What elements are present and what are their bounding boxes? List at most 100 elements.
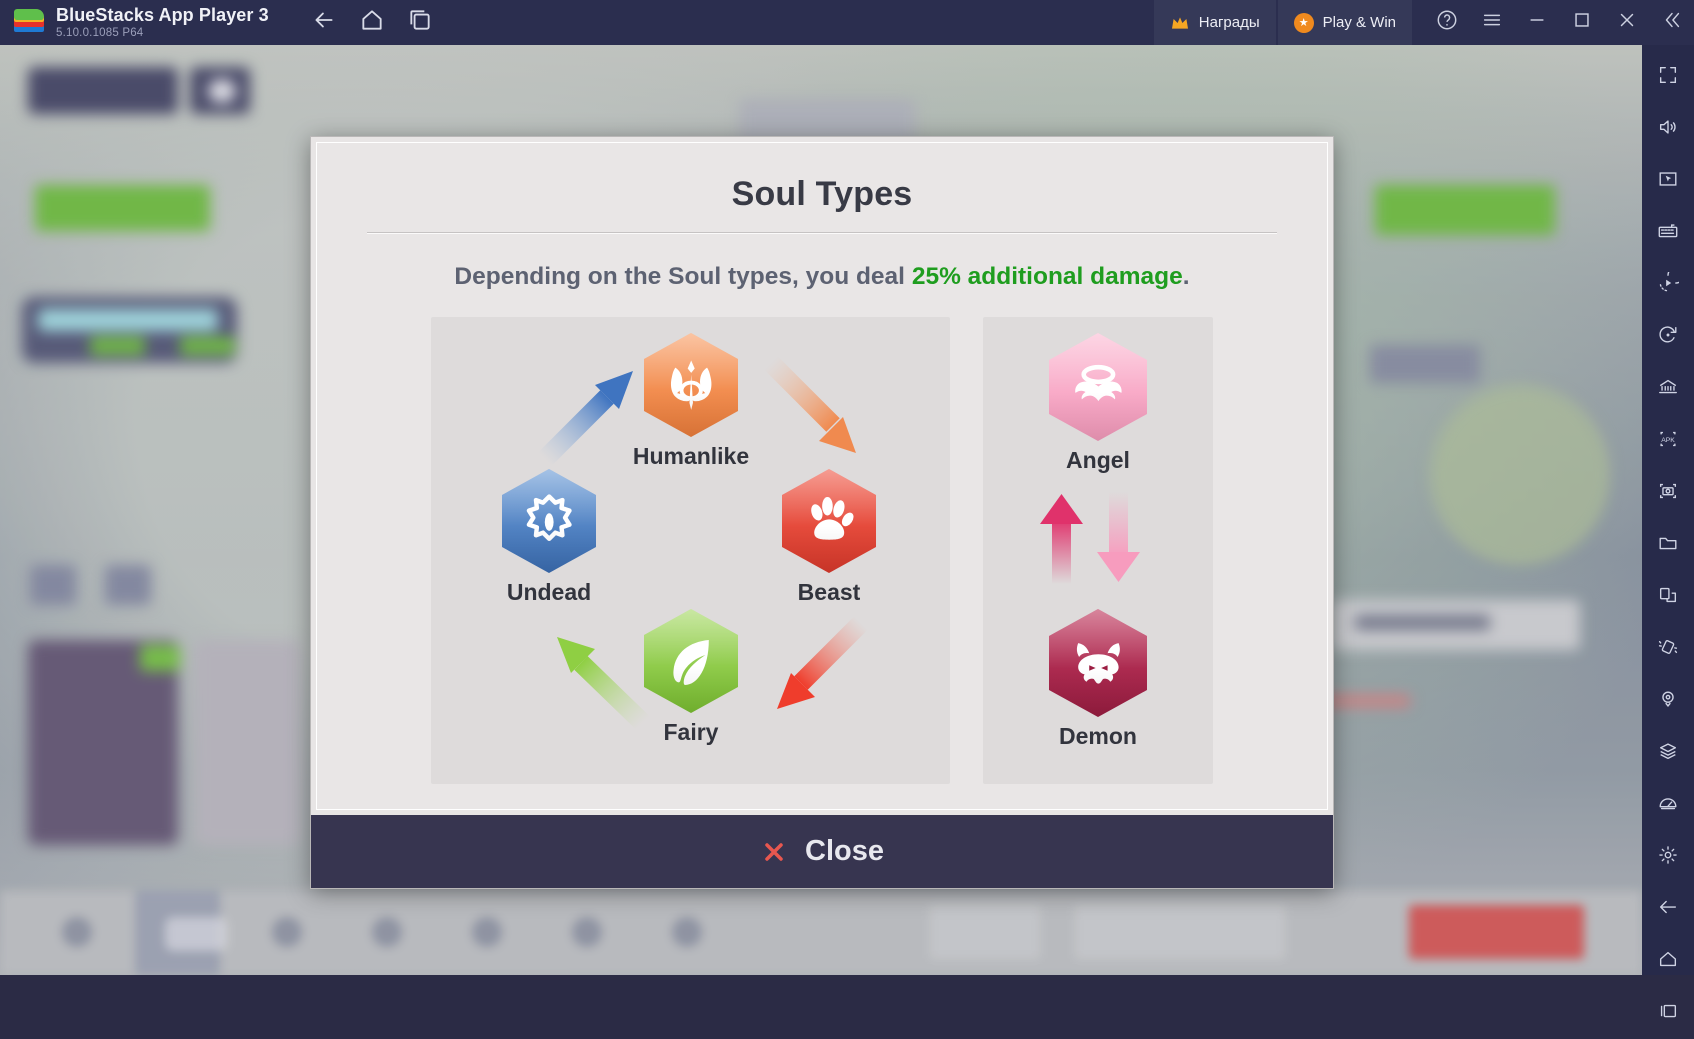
back-button[interactable] bbox=[303, 2, 345, 44]
soul-type-fairy[interactable]: Fairy bbox=[601, 609, 781, 746]
humanlike-label: Humanlike bbox=[632, 443, 750, 469]
beast-hex-icon bbox=[782, 469, 876, 573]
soul-type-demon[interactable]: Demon bbox=[1008, 609, 1188, 750]
fullscreen-button[interactable] bbox=[1646, 51, 1690, 103]
camera-icon bbox=[1657, 480, 1679, 507]
copy-screen-icon bbox=[1657, 584, 1679, 611]
play-circle-icon bbox=[1657, 266, 1685, 299]
demon-label: Demon bbox=[1059, 723, 1137, 749]
titlebar-right-group: Награды ★ Play & Win bbox=[1152, 0, 1694, 45]
home-button[interactable] bbox=[351, 2, 393, 44]
help-button[interactable] bbox=[1424, 0, 1469, 45]
arrow-left-icon bbox=[311, 7, 337, 38]
paw-icon bbox=[801, 490, 857, 552]
svg-text:APK: APK bbox=[1661, 436, 1675, 443]
right-sidebar: APK bbox=[1642, 45, 1694, 1017]
subtitle-text-before: Depending on the Soul types, you deal bbox=[454, 263, 912, 290]
macro-recorder-button[interactable] bbox=[1646, 259, 1690, 311]
dialog-title: Soul Types bbox=[731, 175, 913, 213]
maximize-button[interactable] bbox=[1559, 0, 1604, 45]
titlebar-nav-group bbox=[303, 2, 441, 44]
multi-instance-button[interactable] bbox=[1646, 363, 1690, 415]
keyboard-icon bbox=[1657, 220, 1679, 247]
collapse-sidebar-button[interactable] bbox=[1649, 0, 1694, 45]
speedometer-icon bbox=[1657, 792, 1679, 819]
close-button[interactable]: Close bbox=[311, 815, 1333, 888]
android-home-button[interactable] bbox=[1646, 935, 1690, 987]
copy-to-pc-button[interactable] bbox=[1646, 571, 1690, 623]
minimize-button[interactable] bbox=[1514, 0, 1559, 45]
arrow-angel-to-demon bbox=[1095, 492, 1143, 584]
media-manager-button[interactable] bbox=[1646, 519, 1690, 571]
maximize-icon bbox=[1571, 9, 1593, 36]
soul-cycle-panel: Humanlike Beast Fairy Undead bbox=[431, 317, 950, 784]
settings-button[interactable] bbox=[1646, 831, 1690, 883]
soul-type-panels: Humanlike Beast Fairy Undead Angel Demon bbox=[341, 317, 1303, 784]
dialog-inner-frame: Soul Types Depending on the Soul types, … bbox=[316, 142, 1328, 810]
app-version: 5.10.0.1085 P64 bbox=[56, 26, 144, 39]
rewards-label: Награды bbox=[1198, 14, 1260, 31]
android-recents-button[interactable] bbox=[1646, 987, 1690, 1039]
beast-label: Beast bbox=[797, 579, 861, 605]
demon-hex-icon bbox=[1049, 609, 1147, 717]
arrow-left-icon bbox=[1657, 896, 1679, 923]
gear-icon bbox=[1657, 844, 1679, 871]
minimize-icon bbox=[1526, 9, 1548, 36]
skull-eye-icon bbox=[521, 490, 577, 552]
angel-hex-icon bbox=[1049, 333, 1147, 441]
chevron-double-left-icon bbox=[1661, 9, 1683, 36]
game-controls-button[interactable] bbox=[1646, 155, 1690, 207]
humanlike-hex-icon bbox=[644, 333, 738, 437]
instance-manager-icon bbox=[1657, 376, 1679, 403]
subtitle-highlight: 25% additional damage bbox=[911, 263, 1183, 290]
soul-type-angel[interactable]: Angel bbox=[1008, 333, 1188, 474]
location-button[interactable] bbox=[1646, 675, 1690, 727]
close-window-button[interactable] bbox=[1604, 0, 1649, 45]
dialog-body: Soul Types Depending on the Soul types, … bbox=[317, 143, 1327, 809]
soul-type-humanlike[interactable]: Humanlike bbox=[601, 333, 781, 470]
layers-button[interactable] bbox=[1646, 727, 1690, 779]
speaker-icon bbox=[1657, 116, 1679, 143]
volume-button[interactable] bbox=[1646, 103, 1690, 155]
multi-window-icon bbox=[407, 7, 433, 38]
recents-button[interactable] bbox=[399, 2, 441, 44]
folder-icon bbox=[1657, 532, 1679, 559]
star-badge-icon: ★ bbox=[1293, 12, 1314, 33]
screenshot-button[interactable] bbox=[1646, 467, 1690, 519]
home-icon bbox=[359, 7, 385, 38]
soul-type-undead[interactable]: Undead bbox=[459, 469, 639, 606]
home-icon bbox=[1657, 948, 1679, 975]
helm-sword-icon bbox=[663, 354, 719, 416]
question-circle-icon bbox=[1436, 9, 1458, 36]
dialog-subtitle: Depending on the Soul types, you deal 25… bbox=[341, 233, 1303, 317]
angel-label: Angel bbox=[1066, 447, 1130, 473]
layers-icon bbox=[1657, 740, 1679, 767]
close-button-label: Close bbox=[805, 835, 884, 867]
angel-demon-panel: Angel Demon bbox=[983, 317, 1213, 784]
apk-icon: APK bbox=[1657, 428, 1679, 455]
main-menu-button[interactable] bbox=[1469, 0, 1514, 45]
subtitle-text-after: . bbox=[1182, 263, 1190, 290]
play-and-win-label: Play & Win bbox=[1322, 14, 1396, 31]
app-title: BlueStacks App Player 3 bbox=[56, 5, 269, 26]
leaf-icon bbox=[663, 630, 719, 692]
rotate-button[interactable] bbox=[1646, 311, 1690, 363]
keyboard-controls-button[interactable] bbox=[1646, 207, 1690, 259]
performance-button[interactable] bbox=[1646, 779, 1690, 831]
soul-types-dialog: Soul Types Depending on the Soul types, … bbox=[310, 136, 1334, 889]
demon-face-icon bbox=[1069, 631, 1128, 696]
recents-icon bbox=[1657, 1000, 1679, 1027]
rotate-circle-icon bbox=[1657, 324, 1679, 351]
hamburger-menu-icon bbox=[1481, 9, 1503, 36]
undead-label: Undead bbox=[506, 579, 592, 605]
crown-icon bbox=[1170, 15, 1190, 30]
titlebar: BlueStacks App Player 3 5.10.0.1085 P64 bbox=[0, 0, 1694, 45]
android-back-button[interactable] bbox=[1646, 883, 1690, 935]
rewards-button[interactable]: Награды bbox=[1152, 0, 1276, 45]
install-apk-button[interactable]: APK bbox=[1646, 415, 1690, 467]
fairy-hex-icon bbox=[644, 609, 738, 713]
soul-type-beast[interactable]: Beast bbox=[739, 469, 919, 606]
play-and-win-button[interactable]: ★ Play & Win bbox=[1276, 0, 1412, 45]
undead-hex-icon bbox=[502, 469, 596, 573]
shake-button[interactable] bbox=[1646, 623, 1690, 675]
